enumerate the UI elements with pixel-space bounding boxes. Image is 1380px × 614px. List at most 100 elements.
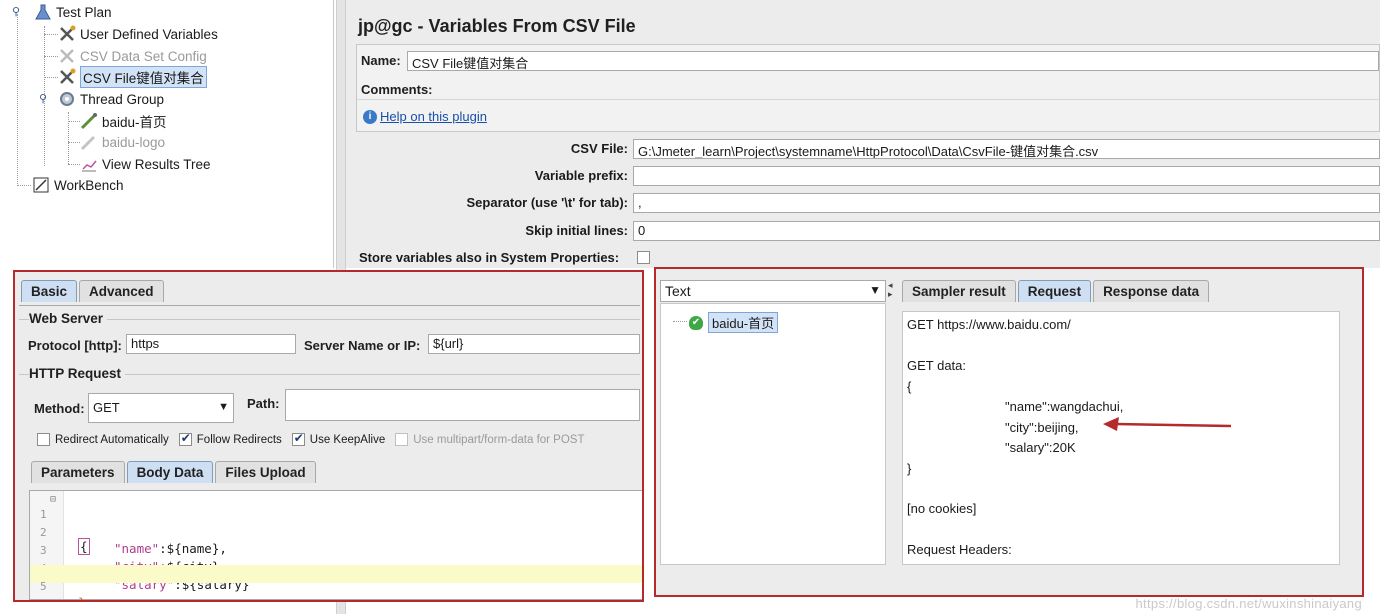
tree-item-csv-data-set-config[interactable]: CSV Data Set Config — [58, 46, 207, 66]
checkbox-box — [178, 431, 192, 446]
name-comments-box: Name: CSV File键值对集合 Comments: i Help on … — [356, 44, 1380, 132]
tab-sampler-result[interactable]: Sampler result — [902, 280, 1016, 302]
tab-request[interactable]: Request — [1017, 280, 1092, 302]
method-select[interactable]: GET ▼ — [88, 393, 234, 423]
checkbox-box — [395, 433, 409, 446]
separator-label: Separator (use '\t' for tab): — [466, 195, 628, 210]
checkbox-box — [37, 433, 50, 446]
web-server-title: Web Server — [29, 311, 108, 326]
page-title: jp@gc - Variables From CSV File — [358, 16, 636, 36]
chart-icon — [80, 155, 98, 173]
view-results-tree-panel: Text ▼ ◂ ▸ ✔ baidu-首页 Sampler result Requ… — [654, 267, 1364, 597]
renderer-select[interactable]: Text ▼ — [660, 280, 886, 302]
request-data-title: GET data: — [907, 358, 967, 373]
wrench-icon — [58, 47, 76, 65]
http-request-title: HTTP Request — [29, 366, 126, 381]
http-request-panel: Basic Advanced Web Server Protocol [http… — [13, 270, 644, 602]
path-label: Path: — [247, 396, 280, 411]
workbench-icon — [32, 176, 50, 194]
collapse-icon[interactable]: ⚲ — [12, 5, 20, 18]
gear-icon — [58, 90, 76, 108]
request-line: "city":beijing, — [1005, 420, 1079, 435]
sample-item[interactable]: ✔ baidu-首页 — [689, 312, 779, 333]
csv-config-panel: jp@gc - Variables From CSV File Name: CS… — [346, 0, 1380, 268]
pipette-icon — [80, 112, 98, 130]
variable-prefix-field[interactable] — [633, 166, 1380, 186]
sample-label: baidu-首页 — [708, 312, 779, 333]
redirect-automatically-checkbox[interactable]: Redirect Automatically — [37, 433, 169, 446]
checkbox-label: Use KeepAlive — [309, 433, 386, 446]
wrench-icon — [58, 68, 76, 86]
store-variables-checkbox[interactable] — [637, 251, 650, 264]
tree-item-csv-file-selected[interactable]: CSV File键值对集合 — [58, 66, 207, 88]
tree-item-thread-group[interactable]: Thread Group — [58, 89, 164, 109]
tree-item-test-plan[interactable]: Test Plan — [34, 2, 112, 22]
tree-item-baidu-logo[interactable]: baidu-logo — [80, 132, 165, 152]
tab-body-data[interactable]: Body Data — [126, 461, 214, 483]
request-line: "salary":20K — [1005, 440, 1076, 455]
skip-lines-field[interactable]: 0 — [633, 221, 1380, 241]
tab-parameters[interactable]: Parameters — [31, 461, 125, 483]
skip-lines-label: Skip initial lines: — [525, 223, 628, 238]
checkbox-box — [291, 431, 305, 446]
request-line: Request Headers: — [907, 542, 1012, 557]
chevron-down-icon: ▼ — [218, 401, 229, 413]
code-line: 3 "city":${city}, — [30, 529, 642, 574]
variable-prefix-label: Variable prefix: — [534, 168, 628, 183]
collapse-icon[interactable]: ⚲ — [39, 92, 47, 105]
protocol-label: Protocol [http]: — [28, 338, 122, 353]
name-field[interactable]: CSV File键值对集合 — [407, 51, 1379, 71]
tab-basic[interactable]: Basic — [21, 280, 78, 302]
tab-advanced[interactable]: Advanced — [79, 280, 164, 302]
store-variables-label: Store variables also in System Propertie… — [359, 250, 620, 265]
comments-label: Comments: — [361, 82, 433, 97]
help-link[interactable]: Help on this plugin — [380, 109, 487, 124]
code-line: 2 "name":${name}, — [30, 511, 642, 556]
request-line: GET https://www.baidu.com/ — [907, 317, 1071, 332]
use-keepalive-checkbox[interactable]: Use KeepAlive — [291, 431, 386, 446]
renderer-value: Text — [665, 283, 691, 299]
watermark: https://blog.csdn.net/wuxinshinaiyang — [1135, 596, 1362, 611]
pipette-icon — [80, 133, 98, 151]
tree-item-baidu-home[interactable]: baidu-首页 — [80, 111, 167, 131]
request-line: "name":wangdachui, — [1005, 399, 1124, 414]
path-field[interactable] — [285, 389, 640, 421]
request-line: { — [907, 379, 912, 394]
fold-icon[interactable]: ⊟ — [50, 494, 56, 505]
body-data-editor[interactable]: 1 ⊟ { 2 "name":${name}, 3 "city":${city}… — [29, 490, 642, 600]
help-link-row[interactable]: i Help on this plugin — [363, 109, 487, 124]
checkbox-label: Follow Redirects — [196, 433, 282, 446]
follow-redirects-checkbox[interactable]: Follow Redirects — [178, 431, 282, 446]
flask-icon — [34, 3, 52, 21]
tree-item-user-defined-variables[interactable]: User Defined Variables — [58, 24, 218, 44]
success-shield-icon: ✔ — [689, 315, 703, 330]
request-line: [no cookies] — [907, 501, 977, 516]
chevron-down-icon: ▼ — [869, 283, 881, 297]
checkbox-label: Use multipart/form-data for POST — [413, 433, 585, 446]
server-name-field[interactable]: ${url} — [428, 334, 640, 354]
csv-file-label: CSV File: — [570, 141, 628, 156]
protocol-field[interactable]: https — [126, 334, 296, 354]
method-label: Method: — [34, 401, 85, 416]
splitter-arrows[interactable]: ◂ ▸ — [888, 281, 893, 299]
request-options: Redirect Automatically Follow Redirects … — [37, 431, 595, 446]
server-name-label: Server Name or IP: — [304, 338, 421, 353]
sample-result-tree[interactable]: ✔ baidu-首页 — [660, 303, 886, 565]
code-line: 5 } — [30, 565, 642, 600]
tree-item-workbench[interactable]: WorkBench — [32, 175, 124, 195]
tree-item-view-results-tree[interactable]: View Results Tree — [80, 154, 211, 174]
code-line: 1 ⊟ { — [30, 493, 642, 555]
code-line: 4 "salary":${salary} — [30, 547, 642, 592]
test-plan-tree[interactable]: ⚲ ⚲ Test Plan User Defined Variables CSV… — [0, 0, 334, 268]
tab-response-data[interactable]: Response data — [1093, 280, 1210, 302]
tab-files-upload[interactable]: Files Upload — [215, 461, 316, 483]
line-number: 5 — [40, 580, 47, 593]
code-text: } — [78, 595, 86, 600]
annotation-arrow-icon — [1103, 417, 1232, 431]
name-label: Name: — [361, 53, 401, 68]
method-value: GET — [93, 400, 120, 415]
multipart-checkbox[interactable]: Use multipart/form-data for POST — [395, 433, 585, 446]
separator-field[interactable]: , — [633, 193, 1380, 213]
request-text-area[interactable]: GET https://www.baidu.com/ GET data: { "… — [902, 311, 1340, 565]
csv-file-field[interactable]: G:\Jmeter_learn\Project\systemname\HttpP… — [633, 139, 1380, 159]
